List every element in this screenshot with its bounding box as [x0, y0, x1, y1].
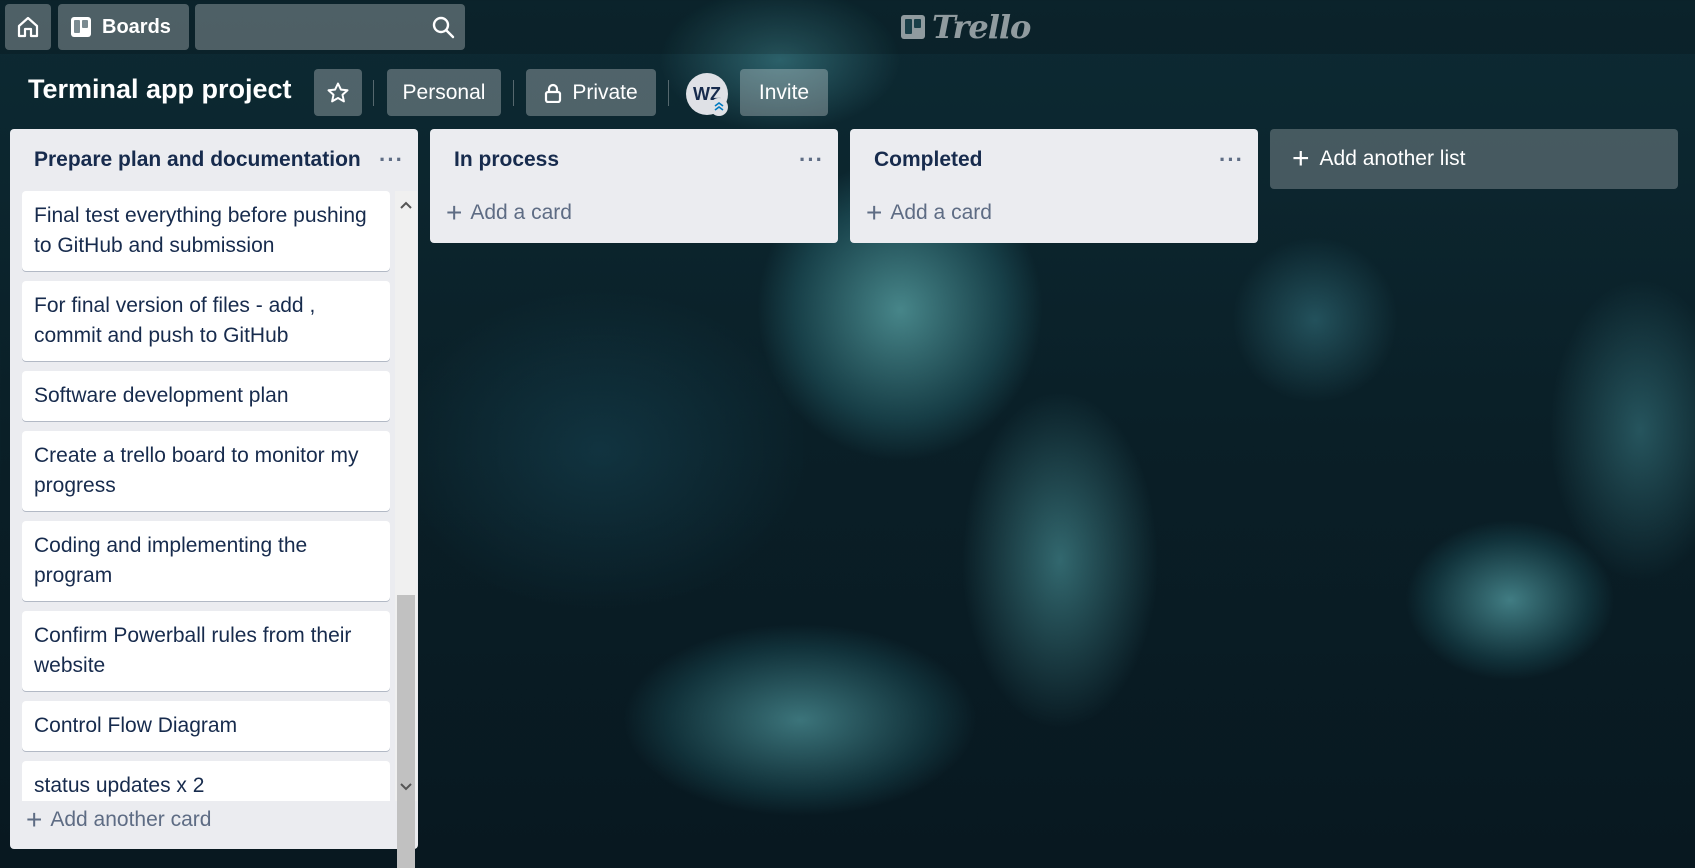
star-board-button[interactable]: [314, 69, 362, 116]
scrollbar-thumb[interactable]: [397, 595, 415, 868]
add-card-label: Add another card: [50, 808, 212, 831]
invite-label: Invite: [758, 80, 810, 104]
header-divider: [668, 80, 669, 106]
add-another-list-button[interactable]: + Add another list: [1270, 129, 1678, 189]
boards-button[interactable]: Boards: [58, 4, 189, 50]
search-input[interactable]: [195, 4, 425, 50]
card[interactable]: For final version of files - add , commi…: [22, 281, 390, 361]
star-icon: [327, 82, 349, 102]
trello-logo-icon: [901, 15, 925, 39]
board-title[interactable]: Terminal app project: [28, 74, 292, 105]
add-list-label: Add another list: [1319, 147, 1466, 170]
card[interactable]: Create a trello board to monitor my prog…: [22, 431, 390, 511]
card[interactable]: Software development plan: [22, 371, 390, 421]
team-visibility-label: Personal: [402, 80, 486, 104]
header-divider: [513, 80, 514, 106]
card[interactable]: Control Flow Diagram: [22, 701, 390, 751]
add-card-label: Add a card: [470, 201, 572, 224]
list-header: Completed ···: [850, 129, 1258, 191]
list-menu-icon[interactable]: ···: [379, 149, 404, 171]
home-icon: [17, 16, 39, 38]
card[interactable]: Coding and implementing the program: [22, 521, 390, 601]
list-title[interactable]: In process: [454, 148, 559, 172]
list-menu-icon[interactable]: ···: [1219, 149, 1244, 171]
add-card-label: Add a card: [890, 201, 992, 224]
card[interactable]: status updates x 2: [22, 761, 390, 801]
privacy-button[interactable]: Private: [526, 69, 656, 116]
list-title[interactable]: Completed: [874, 148, 983, 172]
team-visibility-button[interactable]: Personal: [387, 69, 501, 116]
top-navigation-bar: Boards Trello: [0, 0, 1695, 54]
list-in-process: In process ··· + Add a card: [430, 129, 838, 243]
list-prepare-plan: Prepare plan and documentation ··· Final…: [10, 129, 418, 868]
plus-icon: +: [1292, 142, 1310, 175]
add-another-card-button[interactable]: + Add another card: [26, 806, 211, 834]
trello-logo[interactable]: Trello: [900, 8, 1031, 46]
scroll-up-icon[interactable]: [395, 195, 417, 215]
plus-icon: +: [446, 197, 463, 228]
list-completed: Completed ··· + Add a card: [850, 129, 1258, 243]
boards-label: Boards: [102, 15, 171, 38]
boards-icon: [71, 17, 91, 37]
card[interactable]: Confirm Powerball rules from their websi…: [22, 611, 390, 691]
admin-badge-icon: [710, 98, 728, 116]
plus-icon: +: [866, 197, 883, 228]
lock-icon: [545, 83, 562, 103]
home-button[interactable]: [5, 4, 51, 50]
list-header: In process ···: [430, 129, 838, 191]
card-list: Final test everything before pushing to …: [10, 191, 418, 801]
add-card-button[interactable]: + Add a card: [430, 191, 838, 235]
list-header: Prepare plan and documentation ···: [10, 129, 418, 191]
list-title[interactable]: Prepare plan and documentation: [34, 148, 361, 172]
header-divider: [373, 80, 374, 106]
list-scrollbar[interactable]: [395, 191, 417, 868]
plus-icon: +: [26, 804, 43, 835]
invite-button[interactable]: Invite: [740, 69, 828, 116]
list-menu-icon[interactable]: ···: [799, 149, 824, 171]
scroll-down-icon[interactable]: [395, 777, 417, 797]
search-box[interactable]: [195, 4, 465, 50]
search-icon[interactable]: [431, 15, 455, 39]
trello-logo-text: Trello: [932, 8, 1031, 46]
add-card-button[interactable]: + Add a card: [850, 191, 1258, 235]
card[interactable]: Final test everything before pushing to …: [22, 191, 390, 271]
privacy-label: Private: [572, 80, 638, 104]
